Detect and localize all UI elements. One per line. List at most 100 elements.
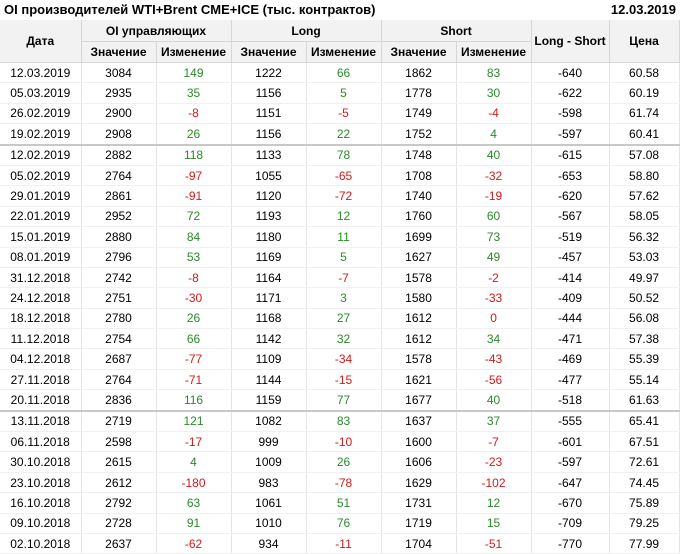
long-short-cell: -598 [531, 103, 610, 125]
date-cell: 12.03.2019 [0, 62, 82, 84]
short-change-cell: -33 [456, 287, 532, 309]
short-change-cell: 4 [456, 123, 532, 146]
short-value-cell: 1748 [381, 143, 457, 166]
short-change-cell: 49 [456, 247, 532, 268]
price-cell: 65.41 [609, 409, 680, 433]
oi-value-cell: 2615 [81, 451, 157, 473]
long-short-cell: -597 [531, 451, 610, 473]
oi-table: Дата OI управляющих Long Short Long - Sh… [0, 20, 680, 554]
long-value-cell: 1156 [231, 82, 307, 104]
date-cell: 11.12.2018 [0, 328, 82, 350]
oi-value-cell: 2935 [81, 82, 157, 104]
long-value-cell: 1082 [231, 409, 307, 433]
oi-change-cell: 72 [156, 206, 232, 228]
oi-change-cell: -30 [156, 287, 232, 309]
long-change-cell: -72 [306, 185, 382, 207]
price-cell: 56.32 [609, 226, 680, 248]
oi-value-cell: 2719 [81, 409, 157, 433]
table-row: 20.11.2018 2836 116 1159 77 1677 40 -518 61.63 [0, 389, 680, 412]
long-change-cell: -15 [306, 369, 382, 391]
oi-change-cell: 66 [156, 328, 232, 350]
long-change-cell: 27 [306, 308, 382, 330]
short-value-cell: 1600 [381, 431, 457, 453]
long-short-cell: -615 [531, 143, 610, 166]
header-long-short: Long - Short [531, 20, 610, 63]
long-short-cell: -414 [531, 267, 610, 289]
price-cell: 75.89 [609, 492, 680, 514]
table-row: 29.01.2019 2861 -91 1120 -72 1740 -19 -620 57.62 [0, 185, 680, 207]
oi-change-cell: 26 [156, 123, 232, 146]
short-change-cell: -23 [456, 451, 532, 473]
price-cell: 55.39 [609, 348, 680, 370]
table-row: 04.12.2018 2687 -77 1109 -34 1578 -43 -469 55.39 [0, 348, 680, 370]
price-cell: 60.41 [609, 123, 680, 146]
long-change-cell: -34 [306, 348, 382, 370]
short-change-cell: -32 [456, 165, 532, 187]
oi-change-cell: -8 [156, 267, 232, 289]
long-change-cell: -7 [306, 267, 382, 289]
long-change-cell: 66 [306, 62, 382, 84]
long-change-cell: 32 [306, 328, 382, 350]
oi-value-cell: 2882 [81, 143, 157, 166]
short-change-cell: 15 [456, 513, 532, 534]
date-cell: 27.11.2018 [0, 369, 82, 391]
date-cell: 04.12.2018 [0, 348, 82, 370]
header-long-value: Значение [231, 41, 307, 63]
oi-change-cell: 63 [156, 492, 232, 514]
oi-value-cell: 2952 [81, 206, 157, 228]
short-value-cell: 1740 [381, 185, 457, 207]
long-short-cell: -670 [531, 492, 610, 514]
report-title: OI производителей WTI+Brent CME+ICE (тыс… [4, 2, 376, 17]
long-change-cell: -10 [306, 431, 382, 453]
date-cell: 05.02.2019 [0, 165, 82, 187]
short-change-cell: -102 [456, 472, 532, 494]
oi-change-cell: 149 [156, 62, 232, 84]
short-value-cell: 1637 [381, 409, 457, 433]
price-cell: 55.14 [609, 369, 680, 391]
oi-change-cell: -62 [156, 533, 232, 554]
long-short-cell: -471 [531, 328, 610, 350]
header-oi-change: Изменение [156, 41, 232, 63]
long-change-cell: 51 [306, 492, 382, 514]
header-short-group: Short [381, 20, 532, 42]
oi-value-cell: 2880 [81, 226, 157, 248]
date-cell: 22.01.2019 [0, 206, 82, 228]
short-change-cell: 83 [456, 62, 532, 84]
table-row: 27.11.2018 2764 -71 1144 -15 1621 -56 -477 55.14 [0, 369, 680, 391]
long-short-cell: -597 [531, 123, 610, 146]
price-cell: 57.08 [609, 143, 680, 166]
price-cell: 79.25 [609, 513, 680, 534]
long-value-cell: 1168 [231, 308, 307, 330]
date-cell: 02.10.2018 [0, 533, 82, 554]
date-cell: 05.03.2019 [0, 82, 82, 104]
table-row: 23.10.2018 2612 -180 983 -78 1629 -102 -647 74.4… [0, 472, 680, 494]
oi-value-cell: 3084 [81, 62, 157, 84]
price-cell: 61.63 [609, 389, 680, 412]
long-value-cell: 1144 [231, 369, 307, 391]
short-change-cell: 73 [456, 226, 532, 248]
short-value-cell: 1677 [381, 389, 457, 412]
long-short-cell: -477 [531, 369, 610, 391]
short-value-cell: 1612 [381, 328, 457, 350]
table-row: 02.10.2018 2637 -62 934 -11 1704 -51 -770 77.99 [0, 533, 680, 554]
oi-change-cell: 116 [156, 389, 232, 412]
oi-change-cell: -97 [156, 165, 232, 187]
price-cell: 61.74 [609, 103, 680, 125]
short-change-cell: 40 [456, 389, 532, 412]
short-change-cell: 60 [456, 206, 532, 228]
oi-value-cell: 2792 [81, 492, 157, 514]
long-short-cell: -709 [531, 513, 610, 534]
short-change-cell: -51 [456, 533, 532, 554]
long-change-cell: -11 [306, 533, 382, 554]
price-cell: 57.38 [609, 328, 680, 350]
long-value-cell: 1180 [231, 226, 307, 248]
table-row: 15.01.2019 2880 84 1180 11 1699 73 -519 56.32 [0, 226, 680, 248]
oi-change-cell: -71 [156, 369, 232, 391]
header-short-value: Значение [381, 41, 457, 63]
table-row: 05.03.2019 2935 35 1156 5 1778 30 -622 60.19 [0, 82, 680, 104]
short-change-cell: -2 [456, 267, 532, 289]
short-value-cell: 1629 [381, 472, 457, 494]
table-row: 16.10.2018 2792 63 1061 51 1731 12 -670 75.89 [0, 492, 680, 514]
oi-value-cell: 2598 [81, 431, 157, 453]
oi-change-cell: 118 [156, 143, 232, 166]
